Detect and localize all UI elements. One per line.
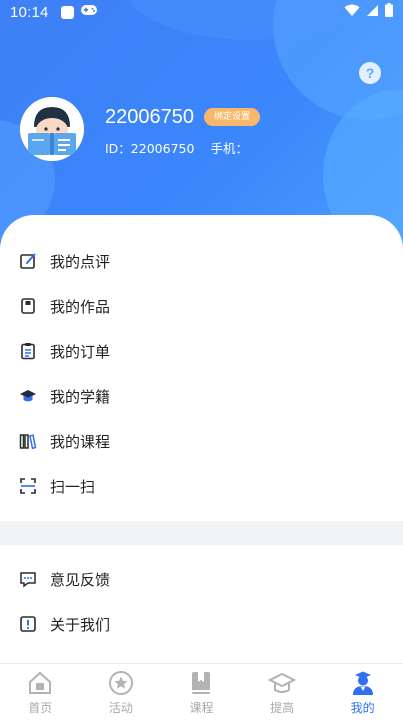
bottom-tab-bar: 首页 活动 课程 提高 我的 bbox=[0, 663, 403, 720]
menu-item-works[interactable]: 我的作品 bbox=[0, 284, 403, 329]
help-icon[interactable]: ? bbox=[359, 62, 381, 84]
order-icon bbox=[19, 342, 37, 360]
tab-courses[interactable]: 课程 bbox=[161, 664, 242, 720]
menu-item-courses[interactable]: 我的课程 bbox=[0, 419, 403, 464]
signal-icon bbox=[366, 4, 379, 21]
tab-activity[interactable]: 活动 bbox=[81, 664, 162, 720]
tab-home[interactable]: 首页 bbox=[0, 664, 81, 720]
works-icon bbox=[19, 297, 37, 315]
feedback-icon bbox=[19, 570, 37, 588]
bind-settings-button[interactable]: 绑定设置 bbox=[204, 108, 261, 126]
graduation-icon bbox=[267, 669, 297, 697]
menu-item-feedback[interactable]: 意见反馈 bbox=[0, 557, 403, 602]
menu-item-label: 扫一扫 bbox=[50, 478, 96, 496]
menu-item-orders[interactable]: 我的订单 bbox=[0, 329, 403, 374]
menu-card-secondary: 意见反馈 关于我们 bbox=[0, 545, 403, 665]
tab-improve[interactable]: 提高 bbox=[242, 664, 323, 720]
graduation-cap-icon bbox=[19, 387, 37, 405]
menu-item-student-status[interactable]: 我的学籍 bbox=[0, 374, 403, 419]
star-icon bbox=[107, 669, 135, 697]
books-icon bbox=[19, 432, 37, 450]
battery-icon bbox=[385, 3, 393, 21]
bookmark-icon bbox=[187, 669, 215, 697]
menu-card: 我的点评 我的作品 我的订单 我的学籍 我的课程 扫一扫 bbox=[0, 215, 403, 521]
tab-label: 活动 bbox=[108, 701, 133, 715]
menu-item-label: 我的课程 bbox=[50, 433, 111, 451]
user-phone: 手机： bbox=[210, 141, 248, 156]
tab-label: 我的 bbox=[350, 701, 375, 715]
profile-meta: ID：22006750 手机： bbox=[105, 138, 248, 157]
tab-label: 提高 bbox=[270, 701, 295, 715]
menu-item-label: 我的点评 bbox=[50, 253, 111, 271]
avatar[interactable] bbox=[20, 97, 84, 161]
user-icon bbox=[349, 669, 377, 697]
status-time: 10:14 bbox=[10, 3, 49, 21]
tab-label: 首页 bbox=[28, 701, 53, 715]
menu-item-label: 我的学籍 bbox=[50, 388, 111, 406]
tab-mine[interactable]: 我的 bbox=[322, 664, 403, 720]
menu-item-reviews[interactable]: 我的点评 bbox=[0, 239, 403, 284]
user-id: ID：22006750 bbox=[105, 141, 195, 156]
app-notification-icon bbox=[60, 5, 74, 19]
info-icon bbox=[19, 615, 37, 633]
menu-item-label: 我的作品 bbox=[50, 298, 111, 316]
tab-label: 课程 bbox=[189, 701, 214, 715]
status-bar: 10:14 bbox=[0, 0, 403, 24]
menu-item-label: 意见反馈 bbox=[50, 571, 111, 589]
menu-item-label: 关于我们 bbox=[50, 616, 111, 634]
username: 22006750 bbox=[105, 106, 194, 128]
menu-item-scan[interactable]: 扫一扫 bbox=[0, 464, 403, 509]
menu-item-about[interactable]: 关于我们 bbox=[0, 602, 403, 647]
scan-icon bbox=[19, 477, 37, 495]
wifi-icon bbox=[344, 4, 360, 21]
menu-item-label: 我的订单 bbox=[50, 343, 111, 361]
edit-icon bbox=[19, 252, 37, 270]
gamepad-icon bbox=[80, 4, 98, 20]
home-icon bbox=[26, 669, 54, 697]
